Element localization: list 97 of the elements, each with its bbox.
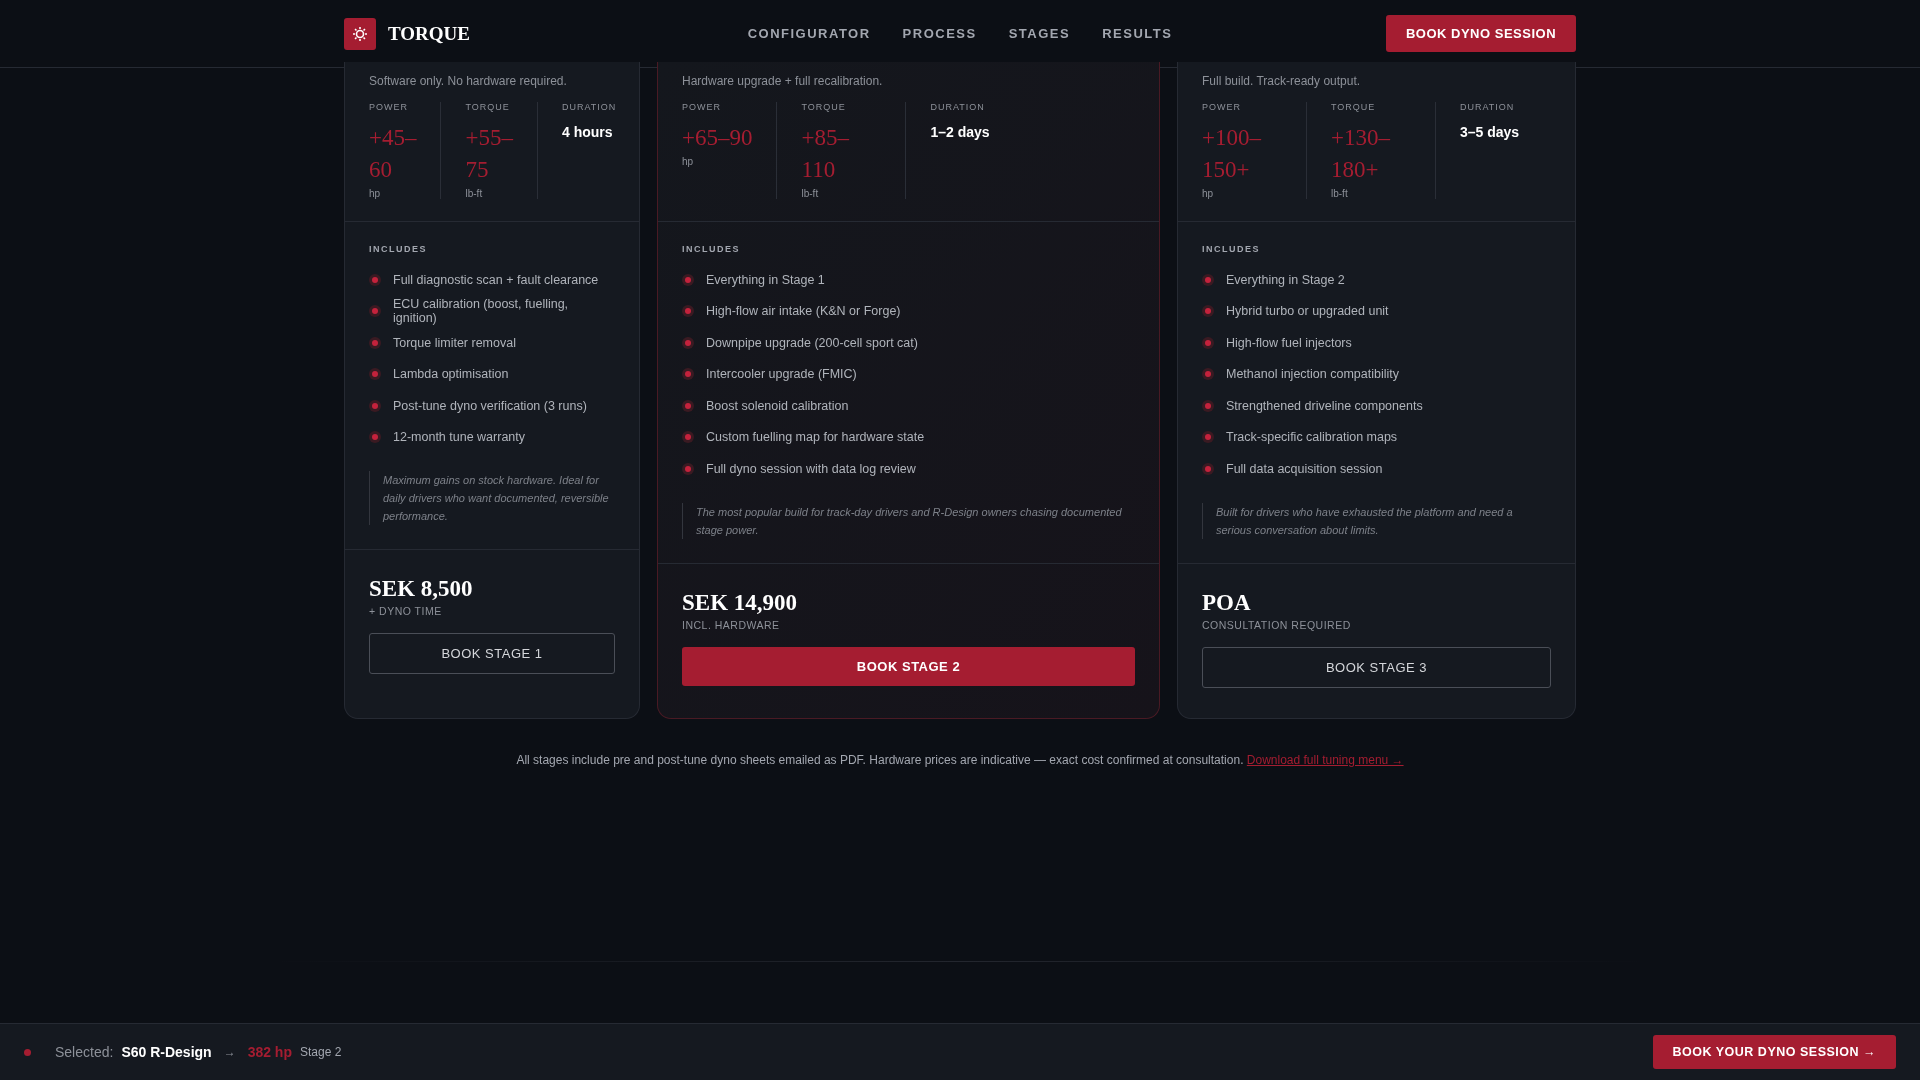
price-note: CONSULTATION REQUIRED — [1202, 618, 1352, 631]
gear-logo-icon — [344, 17, 376, 50]
included-item: Hybrid turbo or upgraded unit — [1226, 304, 1389, 319]
included-item: Lambda optimisation — [393, 367, 509, 382]
included-item: Everything in Stage 2 — [1226, 272, 1345, 287]
bullet-icon — [682, 305, 694, 318]
bullet-icon — [1202, 273, 1214, 286]
stat-value: +45–60 — [369, 124, 417, 184]
nav-link[interactable]: RESULTS — [1102, 26, 1173, 41]
book-session-button[interactable]: BOOK DYNO SESSION — [1385, 15, 1576, 52]
stage-note: Built for drivers who have exhausted the platform and need a serious conversation about limits. — [1202, 502, 1551, 539]
stage-note: Maximum gains on stock hardware. Ideal for daily drivers who want documented, reversible performance. — [369, 471, 615, 525]
stat-unit: lb-ft — [1331, 188, 1349, 199]
stat-value: +65–90 — [682, 124, 753, 152]
included-item: Boost solenoid calibration — [706, 398, 849, 413]
bullet-icon — [1202, 305, 1214, 318]
book-dyno-button[interactable]: BOOK YOUR DYNO SESSION → — [1652, 1035, 1896, 1069]
stat-unit: hp — [369, 188, 382, 199]
stage-note: The most popular build for track-day drivers and R-Design owners chasing documented stage power. — [682, 502, 1135, 539]
duration-value: 3–5 days — [1460, 123, 1520, 142]
included-item: Downpipe upgrade (200-cell sport cat) — [706, 335, 918, 350]
stat-unit: lb-ft — [801, 188, 820, 199]
included-item: High-flow fuel injectors — [1226, 335, 1352, 350]
stat-value: +100–150+ — [1202, 124, 1262, 184]
brand-name: TORQUE — [388, 22, 470, 45]
duration-value: 1–2 days — [930, 123, 990, 142]
bullet-icon — [682, 399, 694, 412]
bullet-icon — [682, 336, 694, 349]
bullet-icon — [369, 431, 381, 444]
stat-value: +55–75 — [465, 124, 513, 184]
bullet-icon — [369, 368, 381, 381]
stat-label: DURATION — [1460, 102, 1516, 112]
nav-link[interactable]: CONFIGURATOR — [747, 26, 871, 41]
stat-value: +130–180+ — [1331, 124, 1391, 184]
stat-label: TORQUE — [1331, 102, 1377, 112]
stage-subtitle: Hardware upgrade + full recalibration. — [682, 74, 884, 88]
included-item: Custom fuelling map for hardware state — [706, 430, 925, 445]
includes-heading: INCLUDES — [1202, 244, 1261, 254]
included-item: Full dyno session with data log review — [706, 461, 916, 476]
included-item: Full diagnostic scan + fault clearance — [393, 272, 599, 287]
stat-unit: hp — [1202, 188, 1215, 199]
stat-label: DURATION — [930, 102, 986, 112]
stat-label: TORQUE — [465, 102, 511, 112]
stat-label: POWER — [682, 102, 722, 112]
selected-stage: Stage 2 — [300, 1045, 342, 1059]
book-stage-button[interactable]: BOOK STAGE 3 — [1202, 646, 1551, 688]
included-item: ECU calibration (boost, fuelling, ignition) — [393, 297, 570, 326]
included-item: Full data acquisition session — [1226, 461, 1383, 476]
bullet-icon — [1202, 431, 1214, 444]
stage-subtitle: Full build. Track-ready output. — [1202, 74, 1362, 88]
included-item: 12-month tune warranty — [393, 430, 525, 445]
bullet-icon — [1202, 368, 1214, 381]
bullet-icon — [1202, 462, 1214, 475]
duration-value: 4 hours — [561, 123, 614, 142]
stage-price: SEK 8,500 — [369, 576, 474, 602]
footnote-text: All stages include pre and post-tune dyno sheets emailed as PDF. Hardware prices are indicative — exact cost confirmed at consultation. Download full tuning menu → — [515, 752, 1405, 767]
stat-value: +85–110 — [801, 124, 850, 184]
price-note: INCL. HARDWARE — [682, 618, 781, 631]
stat-label: POWER — [369, 102, 409, 112]
included-item: Strengthened driveline components — [1226, 398, 1423, 413]
bullet-icon — [682, 368, 694, 381]
included-item: Track-specific calibration maps — [1226, 430, 1398, 445]
bullet-icon — [1202, 399, 1214, 412]
book-stage-button[interactable]: BOOK STAGE 2 — [682, 646, 1135, 686]
bullet-icon — [369, 305, 381, 318]
bullet-icon — [369, 273, 381, 286]
stat-unit: hp — [682, 156, 695, 167]
bullet-icon — [682, 462, 694, 475]
selected-model: S60 R-Design — [121, 1044, 212, 1060]
book-stage-button[interactable]: BOOK STAGE 1 — [369, 633, 615, 674]
included-item: Methanol injection compatibility — [1226, 367, 1399, 382]
included-item: High-flow air intake (K&N or Forge) — [706, 304, 901, 319]
nav-link[interactable]: PROCESS — [902, 26, 977, 41]
stat-label: TORQUE — [801, 102, 847, 112]
included-item: Intercooler upgrade (FMIC) — [706, 367, 857, 382]
stage-price: POA — [1202, 589, 1252, 616]
included-item: Torque limiter removal — [393, 335, 516, 350]
nav-link[interactable]: STAGES — [1008, 26, 1071, 41]
stage-subtitle: Software only. No hardware required. — [369, 74, 568, 88]
stage-price: SEK 14,900 — [682, 589, 799, 616]
bullet-icon — [1202, 336, 1214, 349]
includes-heading: INCLUDES — [369, 244, 428, 254]
stat-unit: lb-ft — [465, 188, 484, 199]
stat-label: DURATION — [561, 102, 617, 112]
selected-label: Selected: — [55, 1044, 114, 1060]
bullet-icon — [682, 431, 694, 444]
bullet-icon — [369, 336, 381, 349]
bullet-icon — [369, 399, 381, 412]
bullet-icon — [682, 273, 694, 286]
includes-heading: INCLUDES — [682, 244, 741, 254]
arrow-text: → — [223, 1045, 236, 1059]
status-dot-icon — [24, 1048, 31, 1056]
stat-label: POWER — [1202, 102, 1242, 112]
selected-power: 382 hp — [247, 1044, 292, 1060]
included-item: Post-tune dyno verification (3 runs) — [393, 398, 587, 413]
price-note: + DYNO TIME — [369, 605, 443, 617]
included-item: Everything in Stage 1 — [706, 272, 825, 287]
